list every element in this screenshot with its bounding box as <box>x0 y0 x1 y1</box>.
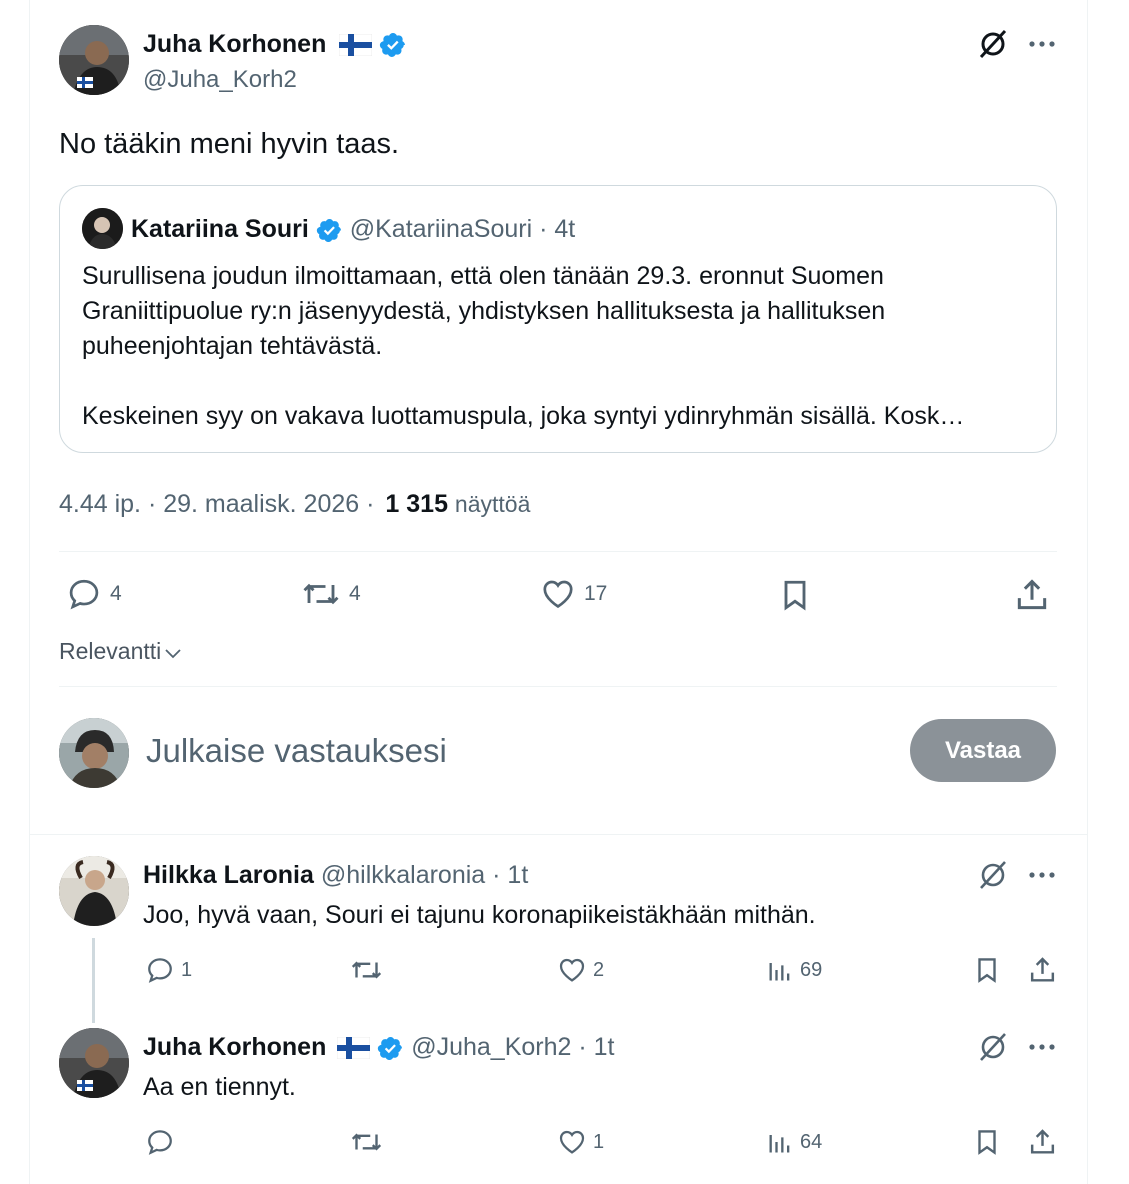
retweet-action[interactable] <box>350 955 383 985</box>
bookmark-icon <box>978 958 996 983</box>
reply-action[interactable] <box>145 1127 175 1157</box>
divider <box>29 834 1087 835</box>
reply-author-row: Juha Korhonen @Juha_Korh2 · 1t <box>143 1031 615 1063</box>
quoted-author-name: Katariina Souri <box>131 215 309 243</box>
quoted-tweet-text-p2: Keskeinen syy on vakava luottamuspula, j… <box>82 402 965 430</box>
share-icon <box>1030 1129 1055 1154</box>
share-action[interactable] <box>1027 1126 1058 1158</box>
bookmark-action[interactable] <box>972 954 1002 986</box>
quoted-author-row: Katariina Souri @KatariinaSouri · 4t <box>131 213 575 245</box>
reply-author-name[interactable]: Hilkka Laronia <box>143 861 314 889</box>
retweet-count: 4 <box>349 582 361 605</box>
reply-count: 1 <box>181 958 193 981</box>
author-handle[interactable]: @Juha_Korh2 <box>143 66 297 94</box>
column-border-right <box>1087 0 1088 1184</box>
retweet-action[interactable] <box>350 1127 383 1157</box>
verified-badge-icon <box>316 218 341 242</box>
grok-icon[interactable] <box>976 858 1010 892</box>
reply-author-avatar[interactable] <box>59 856 129 926</box>
bookmark-action[interactable] <box>972 1126 1002 1158</box>
tweet-timestamp[interactable]: 4.44 ip. · 29. maalisk. 2026 · <box>59 490 374 518</box>
verified-badge-icon <box>378 1036 403 1060</box>
like-count: 1 <box>593 1130 605 1153</box>
reply-time[interactable]: · 1t <box>492 861 528 889</box>
quoted-author-handle: @KatariinaSouri <box>349 215 533 243</box>
share-action[interactable] <box>1027 954 1058 986</box>
reply-icon <box>69 579 99 610</box>
retweet-icon <box>351 1133 382 1151</box>
reply-author-row: Hilkka Laronia @hilkkalaronia · 1t <box>143 859 528 891</box>
heart-icon <box>559 958 585 982</box>
analytics-icon <box>769 1135 790 1153</box>
share-icon <box>1030 957 1055 982</box>
verified-badge-icon <box>380 33 406 58</box>
bookmark-action[interactable] <box>777 576 813 614</box>
divider <box>59 551 1057 552</box>
sort-label: Relevantti <box>59 638 162 664</box>
views-action[interactable]: 69 <box>766 955 822 985</box>
reply-submit-button[interactable]: Vastaa <box>910 719 1056 782</box>
reply-icon <box>148 958 172 983</box>
like-action[interactable]: 17 <box>540 576 607 612</box>
chevron-down-icon <box>165 649 181 659</box>
heart-icon <box>543 580 573 609</box>
reply-text: Aa en tiennyt. <box>143 1073 296 1101</box>
retweet-action[interactable]: 4 <box>301 576 361 612</box>
reply-author-avatar[interactable] <box>59 1028 129 1098</box>
author-name[interactable]: Juha Korhonen <box>143 30 326 58</box>
reply-time[interactable]: · 1t <box>578 1033 614 1061</box>
sort-dropdown[interactable]: Relevantti <box>59 636 183 666</box>
finland-flag-icon <box>337 1037 371 1060</box>
reply-author-handle[interactable]: @hilkkalaronia <box>321 861 485 889</box>
views-count: 1 315 <box>385 490 448 518</box>
bookmark-icon <box>978 1130 996 1155</box>
quoted-tweet-text-p1: Surullisena joudun ilmoittamaan, että ol… <box>82 262 886 360</box>
more-options-icon[interactable] <box>1028 861 1056 889</box>
reply-action[interactable]: 4 <box>66 576 122 612</box>
finland-flag-icon <box>339 34 373 57</box>
share-icon <box>1017 579 1047 610</box>
reply-count: 4 <box>110 582 122 605</box>
grok-icon[interactable] <box>976 27 1010 61</box>
grok-icon[interactable] <box>976 1030 1010 1064</box>
reply-author-handle[interactable]: @Juha_Korh2 <box>411 1033 571 1061</box>
more-options-icon[interactable] <box>1028 30 1056 58</box>
bookmark-icon <box>784 580 806 611</box>
views-count: 69 <box>800 958 823 981</box>
reply-author-name[interactable]: Juha Korhonen <box>143 1033 326 1061</box>
views-action[interactable]: 64 <box>766 1127 822 1157</box>
reply-icon <box>148 1130 172 1155</box>
author-avatar[interactable] <box>59 25 129 95</box>
reply-composer-input[interactable]: Julkaise vastauksesi <box>146 731 447 771</box>
thread-connector <box>92 938 95 1023</box>
like-count: 2 <box>593 958 605 981</box>
current-user-avatar[interactable] <box>59 718 129 788</box>
share-action[interactable] <box>1013 576 1051 614</box>
tweet-meta: 4.44 ip. · 29. maalisk. 2026 · 1 315 näy… <box>59 489 530 519</box>
quoted-author-avatar <box>82 208 123 249</box>
reply-action[interactable]: 1 <box>145 955 192 985</box>
retweet-icon <box>303 583 339 605</box>
heart-icon <box>559 1130 585 1154</box>
author-name-row[interactable]: Juha Korhonen <box>143 29 407 59</box>
analytics-icon <box>769 963 790 981</box>
like-count: 17 <box>584 582 608 605</box>
tweet-text: No tääkin meni hyvin taas. <box>59 128 400 160</box>
retweet-icon <box>351 961 382 979</box>
reply-text: Joo, hyvä vaan, Souri ei tajunu koronapi… <box>143 901 816 929</box>
quoted-tweet-time: · 4t <box>539 215 576 243</box>
divider <box>59 686 1057 687</box>
views-label: näyttöä <box>454 491 531 517</box>
like-action[interactable]: 1 <box>557 1127 604 1157</box>
views-count: 64 <box>800 1130 823 1153</box>
quoted-tweet-card[interactable]: Katariina Souri @KatariinaSouri · 4t Sur… <box>59 185 1057 453</box>
more-options-icon[interactable] <box>1028 1033 1056 1061</box>
column-border-left <box>29 0 30 1184</box>
like-action[interactable]: 2 <box>557 955 604 985</box>
